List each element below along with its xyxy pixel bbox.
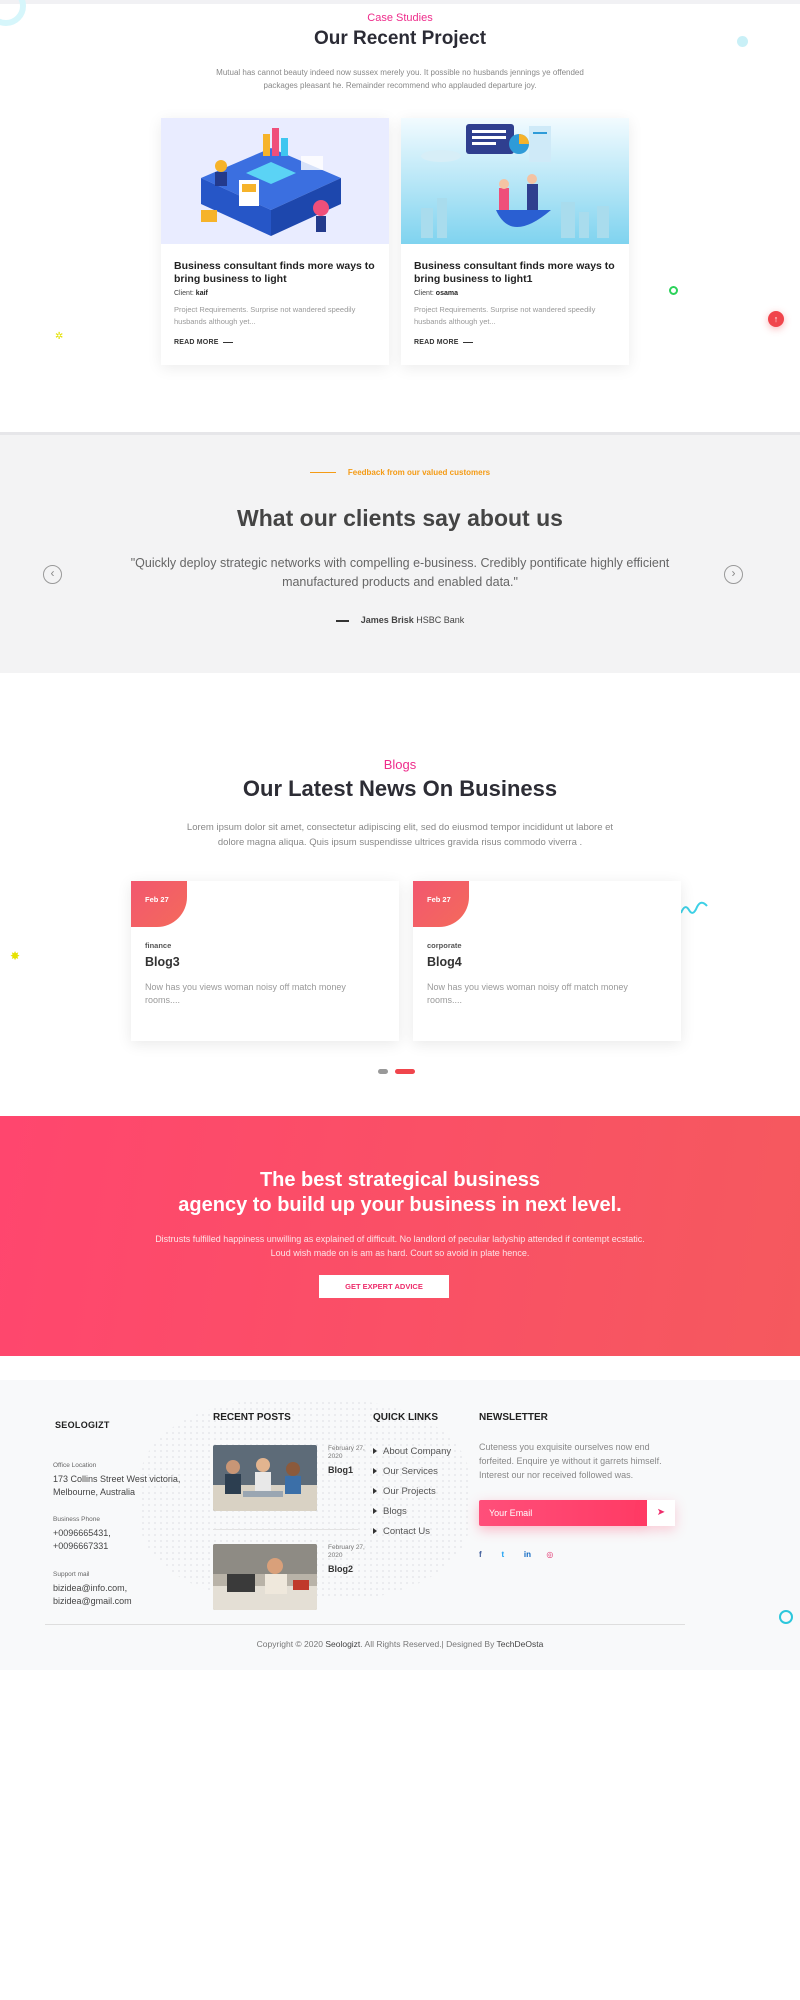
copyright-brand-link[interactable]: Seologizt [325, 1639, 360, 1649]
author-name: James Brisk [360, 615, 414, 625]
project-image [161, 118, 389, 244]
blog-title[interactable]: Blog4 [427, 955, 462, 969]
top-divider [0, 0, 800, 4]
case-studies-section: ✲ Case Studies Our Recent Project Mutual… [0, 0, 800, 430]
pagination-dot[interactable] [378, 1069, 388, 1075]
recent-post-thumbnail[interactable] [213, 1544, 317, 1610]
testimonials-section: Feedback from our valued customers What … [0, 432, 800, 673]
blog-excerpt: Now has you views woman noisy off match … [145, 982, 346, 1005]
carousel-pagination [378, 1063, 418, 1081]
quick-link-about[interactable]: About Company [373, 1446, 451, 1466]
twitter-icon[interactable]: t [501, 1550, 511, 1559]
newsletter-email-input[interactable]: Your Email [479, 1500, 647, 1526]
quick-links-title: QUICK LINKS [373, 1412, 438, 1423]
project-card[interactable]: Business consultant finds more ways to b… [401, 118, 629, 365]
author-company: HSBC Bank [416, 615, 465, 625]
footer: SEOLOGIZT Office Location 173 Collins St… [0, 1380, 800, 1670]
footer-logo[interactable]: SEOLOGIZT [55, 1412, 111, 1430]
case-studies-title: Our Recent Project [313, 28, 487, 49]
recent-post-title[interactable]: Blog2 [328, 1564, 353, 1574]
copyright: Copyright © 2020 Seologizt. All Rights R… [256, 1639, 544, 1649]
blogs-intro: Lorem ipsum dolor sit amet, consectetur … [186, 822, 614, 848]
blog-category[interactable]: corporate [427, 941, 462, 950]
decor-cross-shape: ✲ [55, 331, 64, 342]
paper-plane-icon: ➤ [656, 1507, 666, 1518]
quick-link-contact[interactable]: Contact Us [373, 1526, 451, 1546]
carousel-prev-button[interactable]: ‹ [43, 565, 62, 584]
office-value: 173 Collins Street West victoria, Melbou… [53, 1474, 181, 1497]
decor-squiggle-shape [680, 901, 708, 920]
blog-title[interactable]: Blog3 [145, 955, 180, 969]
chevron-right-icon: › [731, 566, 736, 580]
blog-category[interactable]: finance [145, 941, 171, 950]
quick-links-list: About Company Our Services Our Projects … [373, 1446, 451, 1546]
facebook-icon[interactable]: f [479, 1550, 489, 1559]
blogs-eyebrow: Blogs [383, 757, 417, 772]
blogs-title: Our Latest News On Business [242, 776, 558, 801]
decor-ring-green-shape [669, 286, 678, 295]
recent-posts-divider [213, 1529, 358, 1530]
quick-link-blogs[interactable]: Blogs [373, 1506, 451, 1526]
testimonial-author: James Brisk HSBC Bank [0, 615, 800, 625]
read-more-link[interactable]: READ MORE [174, 339, 233, 346]
project-description: Project Requirements. Surprise not wande… [414, 305, 596, 326]
mail-1[interactable]: bizidea@info.com, [53, 1582, 127, 1595]
linkedin-icon[interactable]: in [524, 1550, 534, 1559]
blogs-section: ✸ Blogs Our Latest News On Business Lore… [0, 673, 800, 1116]
blog-date-badge: Feb 27 [413, 881, 469, 927]
footer-divider [45, 1624, 685, 1625]
cta-title: The best strategical business agency to … [178, 1169, 622, 1216]
testimonials-eyebrow: Feedback from our valued customers [0, 468, 800, 477]
decor-ring-shape [779, 1610, 793, 1624]
project-description: Project Requirements. Surprise not wande… [174, 305, 356, 326]
blog-card[interactable]: Feb 27 finance Blog3 Now has you views w… [131, 881, 399, 1041]
pagination-dot-active[interactable] [395, 1069, 416, 1075]
quick-link-projects[interactable]: Our Projects [373, 1486, 451, 1506]
scroll-top-button[interactable]: ↑ [768, 311, 784, 327]
phone-1[interactable]: +0096665431, [53, 1527, 111, 1540]
blog-card[interactable]: Feb 27 corporate Blog4 Now has you views… [413, 881, 681, 1041]
project-client: Client: osama [414, 290, 458, 297]
newsletter-text: Cuteness you exquisite ourselves now end… [479, 1442, 662, 1480]
carousel-next-button[interactable]: › [724, 565, 743, 584]
office-label: Office Location [53, 1462, 97, 1469]
testimonial-quote: "Quickly deploy strategic networks with … [130, 556, 670, 589]
case-studies-intro: Mutual has cannot beauty indeed now suss… [216, 68, 584, 90]
designer-link[interactable]: TechDeOsta [497, 1639, 544, 1649]
arrow-up-icon: ↑ [773, 314, 779, 324]
cta-text: Distrusts fulfilled happiness unwilling … [155, 1234, 645, 1258]
decor-star-shape: ✸ [10, 949, 21, 963]
case-studies-eyebrow: Case Studies [367, 12, 433, 24]
recent-post-thumbnail[interactable] [213, 1445, 317, 1511]
project-image [401, 118, 629, 244]
newsletter-title: NEWSLETTER [479, 1412, 548, 1423]
read-more-link[interactable]: READ MORE [414, 339, 473, 346]
chevron-left-icon: ‹ [50, 566, 55, 580]
recent-post-title[interactable]: Blog1 [328, 1465, 353, 1475]
social-links: f t in ◎ [479, 1544, 564, 1562]
blog-date-badge: Feb 27 [131, 881, 187, 927]
phone-2[interactable]: +0096667331 [53, 1540, 108, 1553]
mail-label: Support mail [53, 1571, 90, 1578]
recent-post-date: February 27, 2020 [328, 1445, 365, 1460]
mail-2[interactable]: bizidea@gmail.com [53, 1595, 132, 1608]
cta-section: The best strategical business agency to … [0, 1116, 800, 1356]
blog-excerpt: Now has you views woman noisy off match … [427, 982, 628, 1005]
newsletter-submit-button[interactable]: ➤ [647, 1500, 675, 1526]
project-card[interactable]: Business consultant finds more ways to b… [161, 118, 389, 365]
quick-link-services[interactable]: Our Services [373, 1466, 451, 1486]
project-client: Client: kaif [174, 290, 208, 297]
recent-posts-title: RECENT POSTS [213, 1412, 291, 1423]
project-title[interactable]: Business consultant finds more ways to b… [414, 260, 619, 286]
project-title[interactable]: Business consultant finds more ways to b… [174, 260, 379, 286]
get-expert-advice-button[interactable]: GET EXPERT ADVICE [319, 1275, 449, 1298]
recent-post-date: February 27, 2020 [328, 1544, 365, 1559]
instagram-icon[interactable]: ◎ [546, 1550, 556, 1559]
testimonials-title: What our clients say about us [237, 505, 563, 531]
phone-label: Business Phone [53, 1516, 100, 1523]
